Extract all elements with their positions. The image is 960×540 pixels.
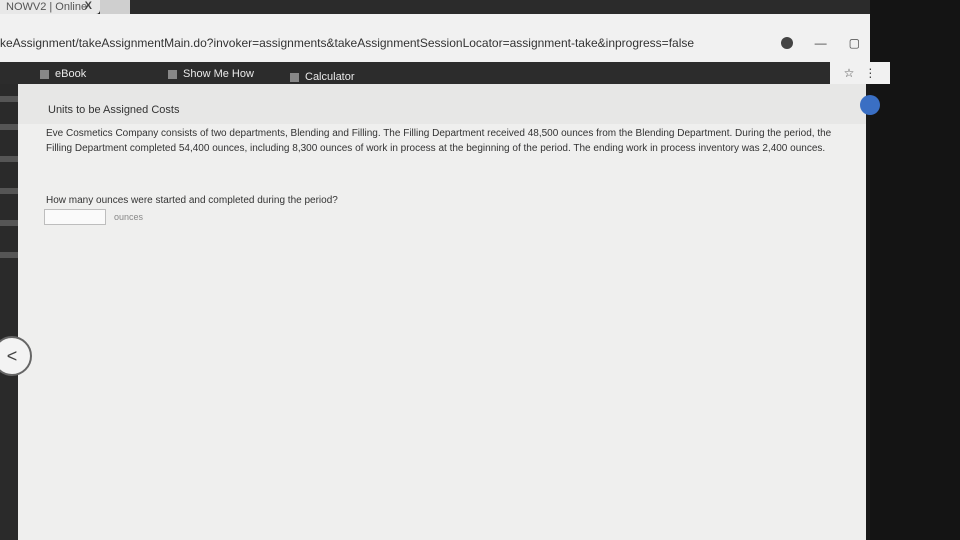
minimize-icon[interactable]: — xyxy=(815,36,827,50)
unit-label: ounces xyxy=(114,212,144,222)
show-me-how-label: Show Me How xyxy=(183,68,254,80)
tab-close-icon[interactable]: X xyxy=(85,0,92,12)
answer-input[interactable] xyxy=(44,209,106,225)
sidebar-marker[interactable] xyxy=(0,156,18,162)
calculator-button[interactable]: Calculator xyxy=(290,71,355,83)
new-tab-button[interactable] xyxy=(100,0,130,14)
address-bar[interactable]: keAssignment/takeAssignmentMain.do?invok… xyxy=(0,36,694,50)
problem-text: Eve Cosmetics Company consists of two de… xyxy=(46,128,832,154)
calculator-icon xyxy=(290,72,299,82)
problem-title: Units to be Assigned Costs xyxy=(48,104,180,116)
browser-chrome: keAssignment/takeAssignmentMain.do?invok… xyxy=(0,14,930,64)
browser-actions: ☆ ⋮ xyxy=(830,62,890,84)
tab-title: NOWV2 | Online xyxy=(6,1,88,13)
ebook-button[interactable]: eBook xyxy=(40,68,86,80)
question-text: How many ounces were started and complet… xyxy=(46,195,338,206)
show-me-how-button[interactable]: Show Me How xyxy=(168,68,254,80)
star-icon[interactable]: ☆ xyxy=(844,66,855,80)
play-icon xyxy=(168,69,177,79)
left-sidebar xyxy=(0,84,18,540)
assignment-toolbar: eBook Show Me How Calculator xyxy=(0,62,890,84)
browser-tab[interactable]: NOWV2 | Online X xyxy=(0,0,100,14)
sidebar-marker[interactable] xyxy=(0,220,18,226)
profile-icon[interactable] xyxy=(780,37,793,49)
sidebar-marker[interactable] xyxy=(0,252,18,258)
calculator-label: Calculator xyxy=(305,71,355,83)
restore-icon[interactable]: ▢ xyxy=(849,36,860,50)
sidebar-marker[interactable] xyxy=(0,124,18,130)
sidebar-marker[interactable] xyxy=(0,188,18,194)
scroll-button[interactable] xyxy=(860,95,880,115)
answer-row: ounces xyxy=(44,209,143,225)
sidebar-marker[interactable] xyxy=(0,96,18,102)
book-icon xyxy=(40,69,49,79)
ebook-label: eBook xyxy=(55,68,87,80)
menu-icon[interactable]: ⋮ xyxy=(864,66,876,80)
